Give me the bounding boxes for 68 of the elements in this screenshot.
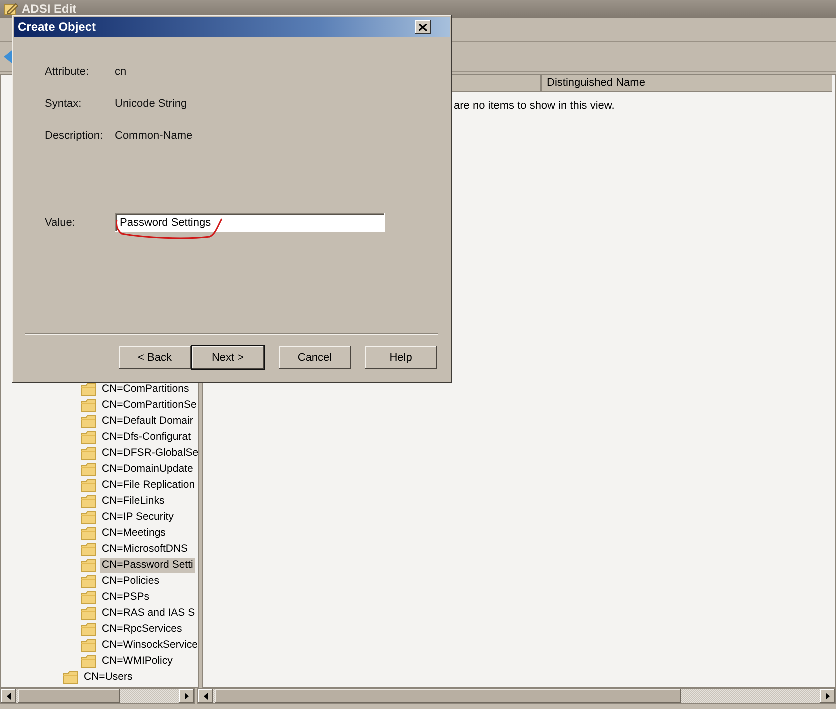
field-value: Common-Name [115, 129, 194, 143]
tree-item[interactable]: CN=RAS and IAS S [100, 606, 198, 620]
folder-icon [81, 494, 96, 508]
left-arrow-icon [204, 692, 208, 700]
field-value: cn [115, 65, 128, 79]
tree-item[interactable]: CN=Policies [100, 574, 162, 588]
tree-item[interactable]: CN=Default Domair [100, 414, 196, 428]
dialog-button[interactable]: < Back [119, 346, 191, 369]
tree-item[interactable]: CN=PSPs [100, 590, 152, 604]
field-label: Attribute: [45, 65, 90, 79]
close-button[interactable] [415, 20, 431, 34]
window-title: ADSI Edit [22, 2, 77, 16]
tree-item[interactable]: CN=WinsockService [100, 638, 198, 652]
folder-icon [81, 478, 96, 492]
scroll-left-button[interactable] [1, 689, 16, 703]
empty-message: are no items to show in this view. [453, 99, 616, 112]
folder-icon [81, 638, 96, 652]
scrollbar-thumb[interactable] [215, 689, 681, 703]
right-arrow-icon [826, 692, 830, 700]
left-arrow-icon [6, 692, 10, 700]
field-label: Value: [45, 216, 76, 228]
tree-item[interactable]: CN=Password Setti [100, 558, 196, 572]
folder-icon [81, 398, 96, 412]
field-label: Syntax: [45, 97, 83, 111]
tree-item[interactable]: CN=Users [82, 670, 135, 684]
close-icon [419, 24, 427, 30]
dialog-button[interactable]: Help [365, 346, 437, 369]
folder-icon [81, 526, 96, 540]
tree-item[interactable]: CN=ComPartitions [100, 382, 192, 396]
dialog-title: Create Object [18, 20, 96, 34]
tree-item[interactable]: CN=FileLinks [100, 494, 167, 508]
folder-icon [81, 542, 96, 556]
folder-icon [63, 670, 78, 684]
app-icon [4, 2, 18, 16]
tree-item[interactable]: CN=RpcServices [100, 622, 184, 636]
folder-icon [81, 382, 96, 396]
folder-icon [81, 590, 96, 604]
tree-item[interactable]: CN=MicrosoftDNS [100, 542, 190, 556]
right-arrow-icon [184, 692, 188, 700]
horizontal-scrollbar[interactable] [0, 688, 195, 704]
folder-icon [81, 606, 96, 620]
tree-item[interactable]: CN=IP Security [100, 510, 176, 524]
folder-icon [81, 462, 96, 476]
field-value: Unicode String [115, 97, 188, 111]
scroll-right-button[interactable] [179, 689, 194, 703]
folder-icon [81, 654, 96, 668]
folder-icon [81, 446, 96, 460]
dialog-button[interactable]: Cancel [279, 346, 351, 369]
dialog-button[interactable]: Next > [192, 346, 264, 369]
input-field[interactable]: Password Settings [115, 213, 385, 232]
tree-item[interactable]: CN=File Replication [100, 478, 198, 492]
folder-icon [81, 622, 96, 636]
tree-item[interactable]: CN=Meetings [100, 526, 168, 540]
folder-icon [81, 414, 96, 428]
field-label: Description: [45, 129, 104, 143]
folder-icon [81, 510, 96, 524]
scroll-right-button[interactable] [820, 689, 835, 703]
horizontal-scrollbar[interactable] [197, 688, 836, 704]
scroll-left-button[interactable] [198, 689, 213, 703]
folder-icon [81, 430, 96, 444]
tree-item[interactable]: CN=DFSR-GlobalSe [100, 446, 198, 460]
scrollbar-thumb[interactable] [18, 689, 120, 703]
folder-icon [81, 574, 96, 588]
tree-item[interactable]: CN=Dfs-Configurat [100, 430, 193, 444]
tree-item[interactable]: CN=ComPartitionSe [100, 398, 198, 412]
tree-item[interactable]: CN=WMIPolicy [100, 654, 175, 668]
folder-icon [81, 558, 96, 572]
tree-item[interactable]: CN=DomainUpdate [100, 462, 196, 476]
